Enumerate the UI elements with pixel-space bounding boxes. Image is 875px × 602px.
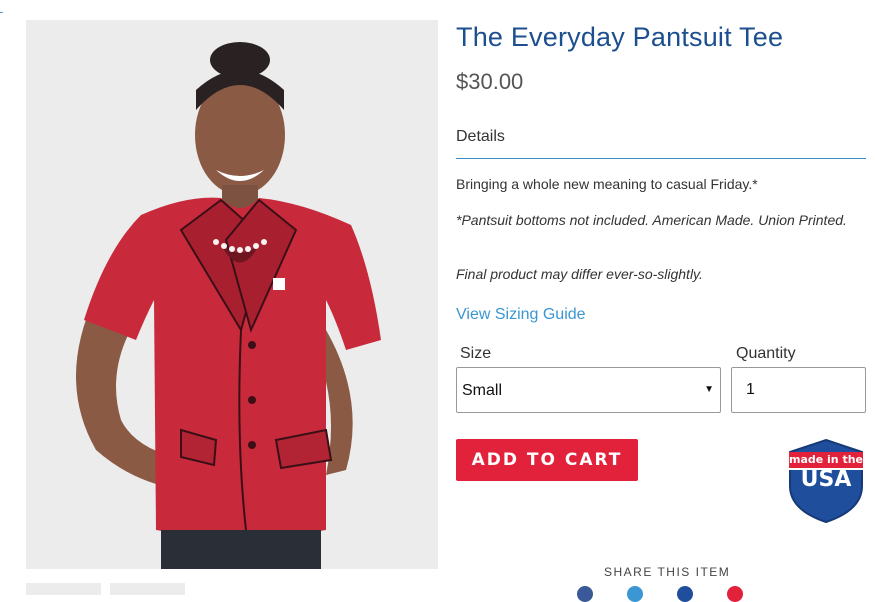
- size-label: Size: [460, 345, 492, 362]
- tab-details[interactable]: Details: [456, 128, 866, 159]
- share-twitter-icon[interactable]: [627, 586, 643, 602]
- badge-top-text: made in the: [788, 453, 864, 466]
- sizing-guide-link[interactable]: View Sizing Guide: [456, 306, 586, 324]
- product-description: Bringing a whole new meaning to casual F…: [456, 176, 758, 192]
- badge-main-text: USA: [800, 467, 852, 492]
- thumbnail-2[interactable]: [110, 583, 185, 595]
- product-image[interactable]: [26, 20, 438, 569]
- share-email-icon[interactable]: [677, 586, 693, 602]
- thumbnail-1[interactable]: [26, 583, 101, 595]
- share-facebook-icon[interactable]: [577, 586, 593, 602]
- dropdown-arrow-icon: ▼: [704, 384, 714, 395]
- size-select[interactable]: Small ▼: [456, 367, 721, 413]
- add-to-cart-button[interactable]: ADD TO CART: [456, 439, 638, 481]
- share-label: SHARE THIS ITEM: [604, 565, 731, 579]
- made-in-usa-badge: made in the USA: [786, 438, 866, 529]
- product-note: *Pantsuit bottoms not included. American…: [456, 212, 847, 228]
- edge-marker: [0, 12, 3, 13]
- product-photo-illustration: [26, 20, 438, 569]
- size-select-value: Small: [462, 382, 503, 399]
- share-pinterest-icon[interactable]: [727, 586, 743, 602]
- quantity-input[interactable]: [731, 367, 866, 413]
- product-disclaimer: Final product may differ ever-so-slightl…: [456, 266, 703, 282]
- product-title: The Everyday Pantsuit Tee: [456, 22, 784, 52]
- details-tab-label: Details: [456, 128, 505, 145]
- product-price: $30.00: [456, 69, 524, 94]
- quantity-label: Quantity: [736, 345, 796, 362]
